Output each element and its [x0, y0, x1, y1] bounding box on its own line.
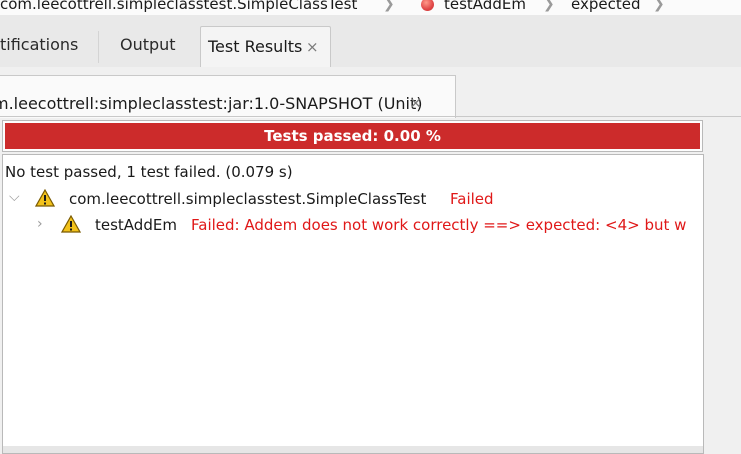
- breadcrumb-item-expected[interactable]: expected: [571, 0, 640, 14]
- close-icon[interactable]: ×: [409, 93, 422, 112]
- tree-row-class[interactable]: ⌵ com.leecottrell.simpleclasstest.Simple…: [3, 189, 703, 211]
- tree-method-status: Failed: Addem does not work correctly ==…: [191, 216, 687, 234]
- tab-test-results[interactable]: Test Results ×: [200, 26, 331, 68]
- breadcrumb-item-class[interactable]: com.leecottrell.simpleclasstest.SimpleCl…: [0, 0, 357, 14]
- tab-test-results-label: Test Results: [208, 37, 303, 56]
- tab-output[interactable]: Output: [120, 29, 176, 67]
- test-run-tab-strip: m.leecottrell:simpleclasstest:jar:1.0-SN…: [0, 67, 741, 118]
- breadcrumb: com.leecottrell.simpleclasstest.SimpleCl…: [0, 0, 741, 16]
- breadcrumb-separator-icon: ❯: [543, 0, 555, 12]
- tab-test-run-label: m.leecottrell:simpleclasstest:jar:1.0-SN…: [0, 94, 423, 113]
- chevron-down-icon[interactable]: ⌵: [9, 189, 20, 205]
- tab-notifications[interactable]: tifications: [0, 29, 78, 67]
- breadcrumb-separator-icon: ❯: [383, 0, 395, 12]
- close-icon[interactable]: ×: [306, 31, 319, 63]
- error-dot-icon: [421, 0, 434, 11]
- breadcrumb-separator-icon: ❯: [653, 0, 665, 12]
- output-tab-strip: tifications Output Test Results ×: [0, 15, 741, 68]
- tab-divider: [98, 31, 99, 63]
- results-summary: No test passed, 1 test failed. (0.079 s): [5, 163, 293, 181]
- chevron-right-icon[interactable]: ›: [37, 216, 43, 232]
- divider: [0, 116, 741, 117]
- breadcrumb-item-method[interactable]: testAddEm: [444, 0, 526, 14]
- tree-class-name: com.leecottrell.simpleclasstest.SimpleCl…: [69, 190, 427, 208]
- warning-icon: [61, 215, 81, 233]
- tree-row-method[interactable]: › testAddEm Failed: Addem does not work …: [3, 215, 703, 237]
- tab-notifications-label: tifications: [0, 35, 79, 54]
- warning-icon: [35, 189, 55, 207]
- tab-output-label: Output: [120, 35, 176, 54]
- tree-method-name: testAddEm: [95, 216, 177, 234]
- tree-class-status: Failed: [450, 190, 494, 208]
- horizontal-scrollbar[interactable]: [3, 446, 703, 453]
- tab-test-run[interactable]: m.leecottrell:simpleclasstest:jar:1.0-SN…: [0, 75, 456, 118]
- test-progress-bar: Tests passed: 0.00 %: [2, 120, 703, 152]
- status-banner: Tests passed: 0.00 %: [5, 123, 700, 149]
- test-results-tree[interactable]: No test passed, 1 test failed. (0.079 s)…: [2, 154, 704, 454]
